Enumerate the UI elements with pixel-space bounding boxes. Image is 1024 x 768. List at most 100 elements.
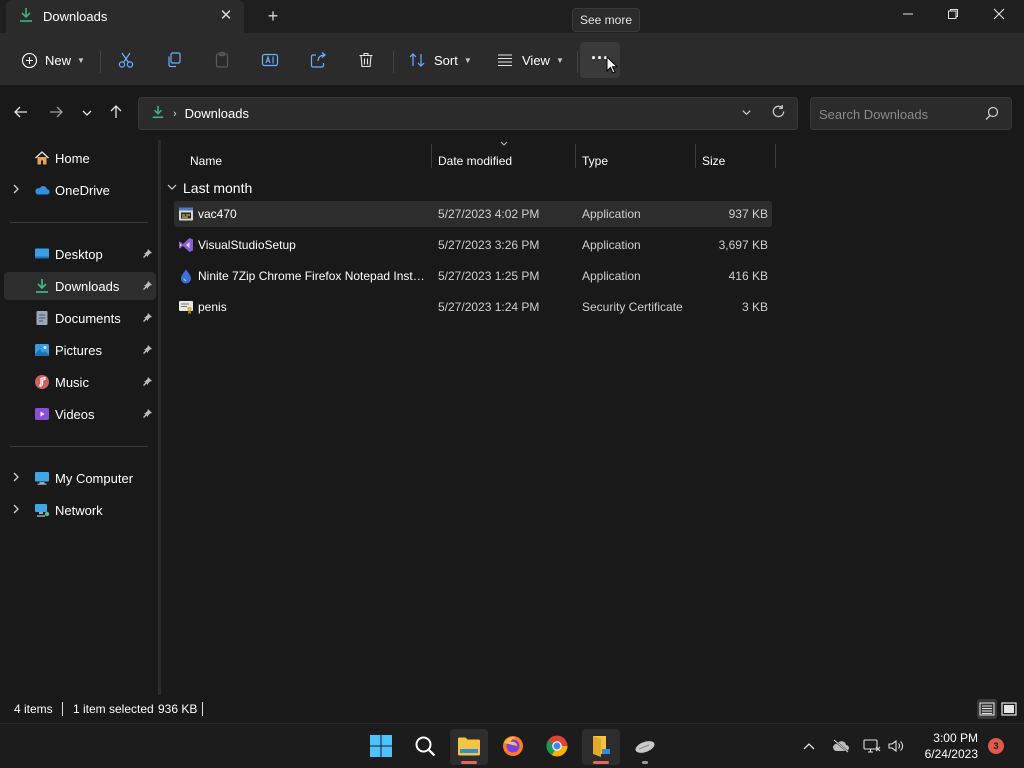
chevron-right-icon[interactable] <box>12 472 20 484</box>
chrome-taskbar-button[interactable] <box>538 729 576 765</box>
computer-icon <box>34 470 50 486</box>
details-view-button[interactable] <box>977 699 997 719</box>
table-row[interactable]: vac470 5/27/2023 4:02 PM Application 937… <box>174 201 772 227</box>
onedrive-offline-icon[interactable] <box>831 736 851 756</box>
search-taskbar-button[interactable] <box>406 729 444 765</box>
pin-icon[interactable] <box>142 408 153 422</box>
column-divider[interactable] <box>431 144 432 168</box>
new-tab-button[interactable]: + <box>262 6 284 28</box>
breadcrumb-downloads[interactable]: Downloads <box>185 106 249 121</box>
visual-studio-icon <box>178 237 194 253</box>
home-icon <box>34 150 50 166</box>
sidebar-item-downloads[interactable]: Downloads <box>4 272 156 300</box>
chevron-right-icon[interactable] <box>12 504 20 516</box>
file-type: Security Certificate <box>582 300 683 314</box>
app-taskbar-button[interactable] <box>626 729 664 765</box>
pin-icon[interactable] <box>142 344 153 358</box>
sidebar-item-network[interactable]: Network <box>4 496 156 524</box>
up-button[interactable] <box>105 104 127 126</box>
pin-icon[interactable] <box>142 312 153 326</box>
mouse-cursor-icon <box>606 55 619 74</box>
tab-close-icon[interactable]: ✕ <box>218 8 234 24</box>
title-bar: Downloads ✕ + See more <box>0 0 1024 33</box>
sidebar-item-onedrive[interactable]: OneDrive <box>4 176 156 204</box>
show-hidden-icons-button[interactable] <box>799 736 819 756</box>
new-label: New <box>45 52 72 68</box>
sidebar-item-home[interactable]: Home <box>4 144 156 172</box>
cut-button[interactable] <box>117 45 135 75</box>
file-explorer-window-taskbar-button[interactable] <box>582 729 620 765</box>
table-row[interactable]: Ninite 7Zip Chrome Firefox Notepad Insta… <box>174 263 772 289</box>
share-button[interactable] <box>309 45 327 75</box>
column-divider[interactable] <box>695 144 696 168</box>
column-header-type[interactable]: Type <box>582 148 694 174</box>
notification-badge[interactable]: 3 <box>988 738 1004 754</box>
file-size: 416 KB <box>728 269 768 283</box>
firefox-taskbar-button[interactable] <box>494 729 532 765</box>
sidebar-item-label: Videos <box>55 407 95 422</box>
file-date: 5/27/2023 1:25 PM <box>438 269 540 283</box>
application-icon <box>178 206 194 222</box>
rename-button[interactable] <box>261 45 279 75</box>
pin-icon[interactable] <box>142 248 153 262</box>
file-date: 5/27/2023 1:24 PM <box>438 300 540 314</box>
address-bar[interactable]: › Downloads <box>138 97 798 130</box>
forward-button[interactable] <box>45 104 67 126</box>
clock[interactable]: 3:00 PM 6/24/2023 <box>910 730 978 762</box>
rename-icon <box>261 51 279 69</box>
recent-locations-button[interactable] <box>76 104 98 126</box>
new-button[interactable]: New ▼ <box>20 45 85 75</box>
minimize-button[interactable] <box>893 4 923 26</box>
sidebar-item-desktop[interactable]: Desktop <box>4 240 156 268</box>
volume-icon[interactable] <box>886 736 906 756</box>
sidebar-item-my-computer[interactable]: My Computer <box>4 464 156 492</box>
column-header-size[interactable]: Size <box>702 148 774 174</box>
sidebar-item-pictures[interactable]: Pictures <box>4 336 156 364</box>
chevron-right-icon[interactable] <box>12 184 20 196</box>
file-type: Application <box>582 269 641 283</box>
start-button[interactable] <box>362 729 400 765</box>
column-header-name[interactable]: Name <box>190 148 430 174</box>
copy-button[interactable] <box>165 45 183 75</box>
desktop-icon <box>34 246 50 262</box>
sort-button[interactable]: Sort ▼ <box>408 45 472 75</box>
file-size: 3,697 KB <box>718 238 768 252</box>
search-box[interactable] <box>810 97 1012 130</box>
table-row[interactable]: penis 5/27/2023 1:24 PM Security Certifi… <box>174 294 772 320</box>
maximize-button[interactable] <box>938 4 968 26</box>
column-header-date[interactable]: Date modified <box>438 148 574 174</box>
file-name: VisualStudioSetup <box>198 238 296 252</box>
tiles-view-button[interactable] <box>999 699 1019 719</box>
sidebar-item-label: Pictures <box>55 343 102 358</box>
search-icon[interactable] <box>985 106 999 123</box>
tab-title: Downloads <box>43 9 108 24</box>
table-row[interactable]: VisualStudioSetup 5/27/2023 3:26 PM Appl… <box>174 232 772 258</box>
pin-icon[interactable] <box>142 376 153 390</box>
view-button[interactable]: View ▼ <box>496 45 564 75</box>
address-dropdown-icon[interactable] <box>741 107 752 121</box>
tab-downloads[interactable]: Downloads ✕ <box>6 0 244 33</box>
refresh-icon[interactable] <box>771 104 786 123</box>
chevron-down-icon[interactable] <box>167 183 177 193</box>
file-explorer-taskbar-button[interactable] <box>450 729 488 765</box>
paste-button[interactable] <box>213 45 231 75</box>
network-status-icon[interactable] <box>862 736 882 756</box>
group-header[interactable]: Last month <box>167 178 252 198</box>
sidebar-item-videos[interactable]: Videos <box>4 400 156 428</box>
sidebar-item-label: Home <box>55 151 90 166</box>
column-divider[interactable] <box>575 144 576 168</box>
sidebar-item-music[interactable]: Music <box>4 368 156 396</box>
windows-logo-icon <box>369 734 393 761</box>
pin-icon[interactable] <box>142 280 153 294</box>
search-input[interactable] <box>819 104 979 124</box>
sidebar-item-documents[interactable]: Documents <box>4 304 156 332</box>
sidebar-item-label: OneDrive <box>55 183 110 198</box>
delete-button[interactable] <box>357 45 375 75</box>
back-button[interactable] <box>10 104 32 126</box>
close-window-button[interactable] <box>984 4 1014 26</box>
clock-time: 3:00 PM <box>933 731 978 745</box>
music-icon <box>34 374 50 390</box>
column-divider[interactable] <box>775 144 776 168</box>
view-label: View <box>522 52 550 68</box>
file-name: Ninite 7Zip Chrome Firefox Notepad Insta… <box>198 269 426 283</box>
